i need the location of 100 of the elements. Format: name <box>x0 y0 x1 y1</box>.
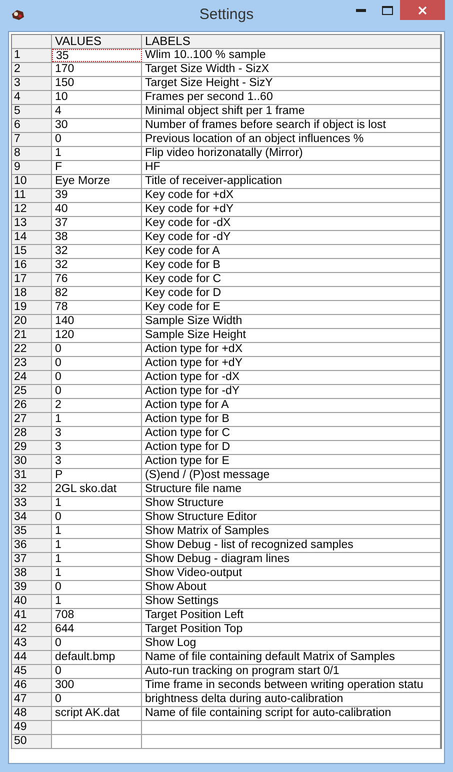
row-number: 50 <box>12 735 52 748</box>
value-cell[interactable]: 0 <box>52 693 142 706</box>
row-number: 45 <box>12 665 52 678</box>
row-number: 4 <box>12 91 52 104</box>
row-number: 32 <box>12 483 52 496</box>
app-icon <box>10 8 26 22</box>
row-number: 8 <box>12 147 52 160</box>
label-cell-text: Sample Size Height <box>144 329 247 342</box>
row-number: 14 <box>12 231 52 244</box>
value-cell[interactable]: 1 <box>52 539 142 552</box>
label-cell-text: Show Log <box>144 637 198 650</box>
row-number: 11 <box>12 189 52 202</box>
value-cell[interactable]: 170 <box>52 63 142 76</box>
value-cell[interactable]: 0 <box>52 637 142 650</box>
value-cell[interactable]: 10 <box>52 91 142 104</box>
value-cell[interactable]: 300 <box>52 679 142 692</box>
value-cell[interactable]: 120 <box>52 329 142 342</box>
value-cell[interactable]: 76 <box>52 273 142 286</box>
row-number: 13 <box>12 217 52 230</box>
label-cell-text: Key code for +dY <box>144 203 235 216</box>
label-cell-text: Key code for D <box>144 287 222 300</box>
value-cell[interactable]: 82 <box>52 287 142 300</box>
close-button[interactable] <box>400 0 445 20</box>
value-cell[interactable]: 0 <box>52 665 142 678</box>
value-cell[interactable]: 30 <box>52 119 142 132</box>
value-cell[interactable]: 35 <box>52 49 142 62</box>
value-cell[interactable]: 37 <box>52 217 142 230</box>
label-cell-text: Action type for B <box>144 413 230 426</box>
label-cell-text: Action type for D <box>144 441 232 454</box>
label-cell-text: Show Structure Editor <box>144 511 258 524</box>
value-cell[interactable]: 0 <box>52 133 142 146</box>
value-cell[interactable]: 3 <box>52 455 142 468</box>
value-cell[interactable]: 40 <box>52 203 142 216</box>
value-cell[interactable]: 2GL sko.dat <box>52 483 142 496</box>
row-number: 29 <box>12 441 52 454</box>
label-cell-text: Target Position Left <box>144 609 244 622</box>
value-cell[interactable]: F <box>52 161 142 174</box>
value-cell[interactable]: P <box>52 469 142 482</box>
label-cell-text: Action type for C <box>144 427 232 440</box>
label-cell-text: Time frame in seconds between writing operation statu <box>144 679 424 692</box>
row-number: 48 <box>12 707 52 720</box>
value-cell[interactable]: 32 <box>52 259 142 272</box>
label-cell-text: Auto-run tracking on program start 0/1 <box>144 665 340 678</box>
label-cell-text: Key code for -dY <box>144 231 232 244</box>
label-cell-text: Action type for A <box>144 399 230 412</box>
column-header[interactable]: LABELS <box>142 35 440 48</box>
value-cell[interactable]: 39 <box>52 189 142 202</box>
value-cell[interactable]: script AK.dat <box>52 707 142 720</box>
label-cell-text: Key code for E <box>144 301 222 314</box>
label-cell-text: Name of file containing default Matrix of Samples <box>144 651 396 664</box>
value-cell[interactable]: 1 <box>52 497 142 510</box>
value-cell[interactable]: 3 <box>52 441 142 454</box>
row-number: 7 <box>12 133 52 146</box>
label-cell-text: Action type for E <box>144 455 230 468</box>
label-cell-text: Action type for +dX <box>144 343 244 356</box>
label-cell-text: HF <box>144 161 162 174</box>
label-cell-text: Target Size Width - SizX <box>144 63 270 76</box>
close-icon <box>418 6 427 14</box>
value-cell[interactable]: 0 <box>52 357 142 370</box>
column-header[interactable]: VALUES <box>52 35 142 48</box>
label-cell-text: Show Structure <box>144 497 225 510</box>
label-cell-text: Previous location of an object influences % <box>144 133 365 146</box>
row-number: 38 <box>12 567 52 580</box>
value-cell[interactable]: 0 <box>52 371 142 384</box>
value-cell[interactable]: 1 <box>52 553 142 566</box>
value-cell[interactable]: 150 <box>52 77 142 90</box>
row-number: 42 <box>12 623 52 636</box>
value-cell[interactable]: 4 <box>52 105 142 118</box>
label-cell-text: Key code for C <box>144 273 222 286</box>
row-number: 5 <box>12 105 52 118</box>
value-cell[interactable]: 1 <box>52 147 142 160</box>
value-cell[interactable]: 644 <box>52 623 142 636</box>
row-number: 19 <box>12 301 52 314</box>
value-cell[interactable]: 0 <box>52 511 142 524</box>
window-title: Settings <box>199 5 254 26</box>
label-cell-text: Key code for -dX <box>144 217 232 230</box>
value-cell[interactable]: 0 <box>52 581 142 594</box>
value-cell[interactable]: 2 <box>52 399 142 412</box>
value-cell[interactable]: 1 <box>52 525 142 538</box>
value-cell[interactable]: 78 <box>52 301 142 314</box>
value-cell[interactable]: default.bmp <box>52 651 142 664</box>
value-cell[interactable]: 3 <box>52 427 142 440</box>
value-cell[interactable]: 140 <box>52 315 142 328</box>
row-number: 28 <box>12 427 52 440</box>
row-number: 49 <box>12 721 52 734</box>
value-cell[interactable]: 0 <box>52 343 142 356</box>
value-cell[interactable]: 38 <box>52 231 142 244</box>
value-cell[interactable]: 1 <box>52 595 142 608</box>
value-cell[interactable]: 0 <box>52 385 142 398</box>
row-number: 46 <box>12 679 52 692</box>
row-number: 23 <box>12 357 52 370</box>
value-cell[interactable]: 32 <box>52 245 142 258</box>
label-cell-text: Key code for B <box>144 259 222 272</box>
value-cell[interactable]: 1 <box>52 413 142 426</box>
value-cell[interactable]: 708 <box>52 609 142 622</box>
label-cell-text: Action type for -dY <box>144 385 241 398</box>
value-cell[interactable]: Eye Morze <box>52 175 142 188</box>
value-cell[interactable]: 1 <box>52 567 142 580</box>
label-cell-text: Structure file name <box>144 483 243 496</box>
label-cell-text: Number of frames before search if object is lost <box>144 119 387 132</box>
